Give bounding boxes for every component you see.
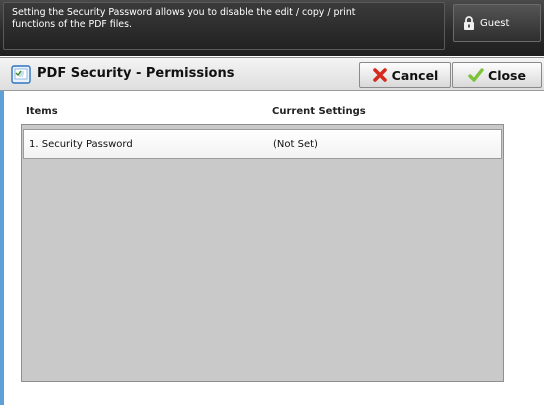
list-item-security-password[interactable]: 1. Security Password (Not Set) (23, 129, 502, 159)
user-button[interactable]: Guest (453, 4, 541, 42)
cancel-x-icon (372, 68, 387, 82)
title-bar: PDF Security - Permissions Cancel Close (0, 57, 544, 91)
column-header-current-settings: Current Settings (272, 106, 366, 117)
close-label: Close (488, 67, 526, 83)
close-button[interactable]: Close (452, 62, 542, 88)
message-text: Setting the Security Password allows you… (3, 2, 445, 50)
page-title: PDF Security - Permissions (37, 66, 235, 81)
item-setting: (Not Set) (273, 139, 318, 150)
cancel-label: Cancel (391, 67, 439, 83)
item-label: 1. Security Password (29, 139, 133, 150)
lock-icon (464, 16, 474, 30)
message-bar: Setting the Security Password allows you… (0, 0, 544, 56)
cancel-button[interactable]: Cancel (359, 62, 451, 88)
checkmark-icon (468, 68, 484, 82)
pdf-security-icon (11, 65, 31, 84)
user-label: Guest (480, 17, 510, 29)
message-line-2: functions of the PDF files. (12, 19, 132, 30)
column-header-items: Items (26, 106, 58, 117)
settings-list: 1. Security Password (Not Set) (21, 124, 504, 382)
message-line-1: Setting the Security Password allows you… (12, 7, 356, 18)
left-accent-bar (0, 91, 4, 405)
